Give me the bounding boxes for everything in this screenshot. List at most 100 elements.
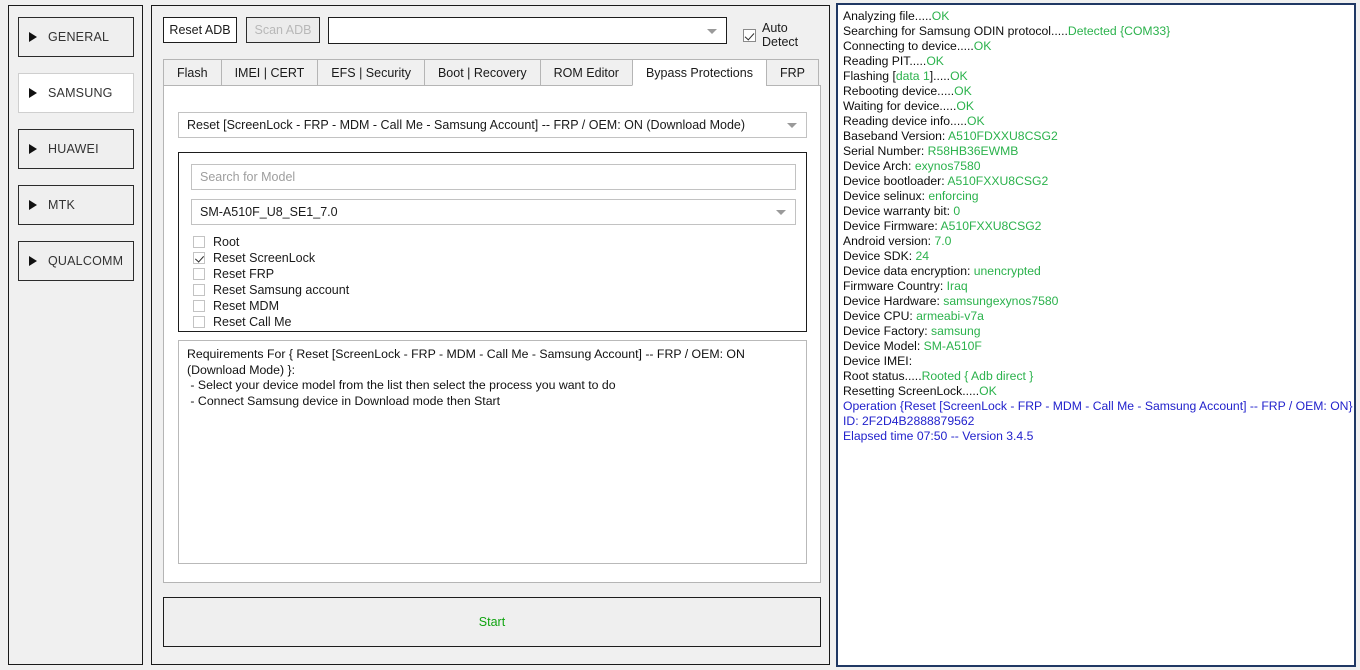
sidebar-item-samsung[interactable]: SAMSUNG [18, 73, 134, 113]
tab-label: Flash [177, 65, 208, 80]
triangle-right-icon [29, 200, 37, 210]
log-output-panel[interactable]: Analyzing file.....OK Searching for Samsu… [836, 3, 1356, 667]
log-line: Baseband Version: A510FDXXU8CSG2 [843, 129, 1354, 144]
log-value: Iraq [946, 279, 968, 293]
tab-rom-editor[interactable]: ROM Editor [539, 59, 632, 86]
tab-imei-cert[interactable]: IMEI | CERT [220, 59, 318, 86]
log-line: Flashing [data 1].....OK [843, 69, 1354, 84]
tab-bypass-protections[interactable]: Bypass Protections [631, 59, 766, 86]
log-label: Device IMEI: [843, 354, 913, 368]
log-line: Elapsed time 07:50 -- Version 3.4.5 [843, 429, 1034, 443]
checkbox-reset-mdm[interactable]: Reset MDM [193, 298, 593, 314]
log-label: Serial Number: [843, 144, 928, 158]
log-label: ]..... [929, 69, 951, 83]
sidebar-item-mtk[interactable]: MTK [18, 185, 134, 225]
log-label: Waiting for device..... [843, 99, 957, 113]
log-line: Operation {Reset [ScreenLock - FRP - MDM… [843, 399, 1353, 413]
log-label: Baseband Version: [843, 129, 949, 143]
tab-label: Boot | Recovery [437, 65, 527, 80]
log-line: Analyzing file.....OK [843, 9, 1354, 24]
toolbar: Reset ADB Scan ADB Auto Detect [163, 17, 821, 49]
log-label: Firmware Country: [843, 279, 947, 293]
log-label: Searching for Samsung ODIN protocol..... [843, 24, 1068, 38]
scan-adb-button[interactable]: Scan ADB [246, 17, 320, 43]
triangle-right-icon [29, 32, 37, 42]
bypass-protections-panel: Reset [ScreenLock - FRP - MDM - Call Me … [163, 86, 821, 583]
chevron-down-icon [707, 28, 717, 34]
checkbox-reset-frp[interactable]: Reset FRP [193, 266, 593, 282]
log-value: unencrypted [973, 264, 1041, 278]
log-value: samsung [931, 324, 981, 338]
log-line: Rebooting device.....OK [843, 84, 1354, 99]
log-label: Flashing [ [843, 69, 896, 83]
log-value: Detected {COM33} [1067, 24, 1171, 38]
log-line: Device Model: SM-A510F [843, 339, 1354, 354]
log-line: Device CPU: armeabi-v7a [843, 309, 1354, 324]
log-line: Device SDK: 24 [843, 249, 1354, 264]
sidebar-item-label: MTK [48, 198, 75, 212]
checkbox-reset-screenlock[interactable]: Reset ScreenLock [193, 250, 593, 266]
log-line: Device selinux: enforcing [843, 189, 1354, 204]
log-value: samsungexynos7580 [943, 294, 1059, 308]
log-label: Device warranty bit: [843, 204, 954, 218]
sidebar-item-huawei[interactable]: HUAWEI [18, 129, 134, 169]
log-value: R58HB36EWMB [927, 144, 1019, 158]
log-line: Device Arch: exynos7580 [843, 159, 1354, 174]
process-combo[interactable]: Reset [ScreenLock - FRP - MDM - Call Me … [178, 112, 807, 138]
triangle-right-icon [29, 88, 37, 98]
triangle-right-icon [29, 144, 37, 154]
reset-adb-button[interactable]: Reset ADB [163, 17, 237, 43]
log-line: Device Factory: samsung [843, 324, 1354, 339]
log-label: Reading device info..... [843, 114, 967, 128]
search-model-placeholder: Search for Model [200, 170, 296, 184]
checkbox-empty-icon [193, 236, 205, 248]
log-label: Resetting ScreenLock..... [843, 384, 980, 398]
log-line: Firmware Country: Iraq [843, 279, 1354, 294]
model-combo[interactable]: SM-A510F_U8_SE1_7.0 [191, 199, 796, 225]
device-combo[interactable] [328, 17, 727, 44]
log-label: Device SDK: [843, 249, 916, 263]
tab-boot-recovery[interactable]: Boot | Recovery [423, 59, 540, 86]
checkbox-label: Reset MDM [213, 299, 279, 313]
sidebar-item-general[interactable]: GENERAL [18, 17, 134, 57]
auto-detect-checkbox[interactable]: Auto Detect [743, 21, 821, 49]
log-label: Rebooting device..... [843, 84, 955, 98]
log-value: 7.0 [934, 234, 952, 248]
process-combo-value: Reset [ScreenLock - FRP - MDM - Call Me … [187, 118, 746, 132]
tab-flash[interactable]: Flash [163, 59, 221, 86]
checkbox-reset-call-me[interactable]: Reset Call Me [193, 314, 593, 330]
start-button[interactable]: Start [163, 597, 821, 647]
checkbox-root[interactable]: Root [193, 234, 593, 250]
sidebar-item-qualcomm[interactable]: QUALCOMM [18, 241, 134, 281]
log-value: 0 [953, 204, 961, 218]
option-checkbox-list: Root Reset ScreenLock Reset FRP Reset Samsu… [193, 234, 593, 330]
log-line: Searching for Samsung ODIN protocol.....… [843, 24, 1354, 39]
log-value: OK [979, 384, 997, 398]
checkbox-empty-icon [193, 300, 205, 312]
tab-efs-security[interactable]: EFS | Security [317, 59, 424, 86]
log-line: Root status.....Rooted { Adb direct } [843, 369, 1354, 384]
log-label: Device bootloader: [843, 174, 948, 188]
tab-label: IMEI | CERT [234, 65, 305, 80]
log-value: SM-A510F [923, 339, 982, 353]
log-label: Analyzing file..... [843, 9, 932, 23]
checkbox-reset-samsung-account[interactable]: Reset Samsung account [193, 282, 593, 298]
log-line: Device warranty bit: 0 [843, 204, 1354, 219]
log-line: Serial Number: R58HB36EWMB [843, 144, 1354, 159]
log-value: OK [926, 54, 944, 68]
log-line: Device Firmware: A510FXXU8CSG2 [843, 219, 1354, 234]
tab-frp[interactable]: FRP [765, 59, 819, 86]
log-value: exynos7580 [914, 159, 981, 173]
log-line: Device bootloader: A510FXXU8CSG2 [843, 174, 1354, 189]
log-line: Reading PIT.....OK [843, 54, 1354, 69]
tab-label: EFS | Security [331, 65, 411, 80]
log-line: Android version: 7.0 [843, 234, 1354, 249]
log-label: Device CPU: [843, 309, 917, 323]
log-value: A510FXXU8CSG2 [947, 174, 1049, 188]
search-model-input[interactable]: Search for Model [191, 164, 796, 190]
log-label: Device Hardware: [843, 294, 944, 308]
triangle-right-icon [29, 256, 37, 266]
chevron-down-icon [787, 123, 797, 128]
auto-detect-label: Auto Detect [762, 21, 799, 49]
log-label: Device Model: [843, 339, 924, 353]
